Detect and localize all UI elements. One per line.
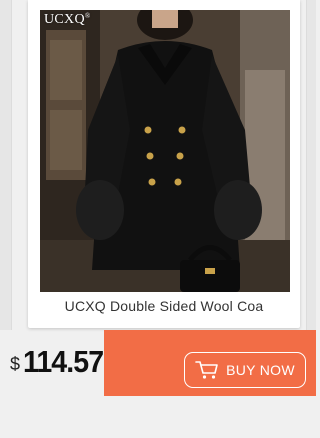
buy-now-label: BUY NOW	[226, 362, 295, 378]
brand-watermark: UCXQ®	[44, 12, 91, 27]
next-card-edge[interactable]	[306, 0, 316, 330]
buy-panel: BUY NOW	[104, 330, 316, 396]
shopping-cart-icon	[195, 361, 218, 379]
previous-card-edge[interactable]	[0, 0, 12, 330]
price: $114.57	[10, 344, 110, 380]
product-photo[interactable]: UCXQ®	[40, 10, 290, 292]
product-listing: UCXQ® UCXQ Double Sided Wool Coa $114.57…	[0, 0, 316, 438]
buy-now-button[interactable]: BUY NOW	[184, 352, 306, 388]
product-card[interactable]: UCXQ® UCXQ Double Sided Wool Coa	[28, 0, 300, 328]
product-title[interactable]: UCXQ Double Sided Wool Coa	[28, 298, 300, 314]
currency-symbol: $	[10, 354, 21, 374]
price-amount: 114.57	[23, 344, 104, 379]
price-row: $114.57 BUY NOW	[0, 330, 316, 396]
coat-illustration	[40, 10, 290, 292]
